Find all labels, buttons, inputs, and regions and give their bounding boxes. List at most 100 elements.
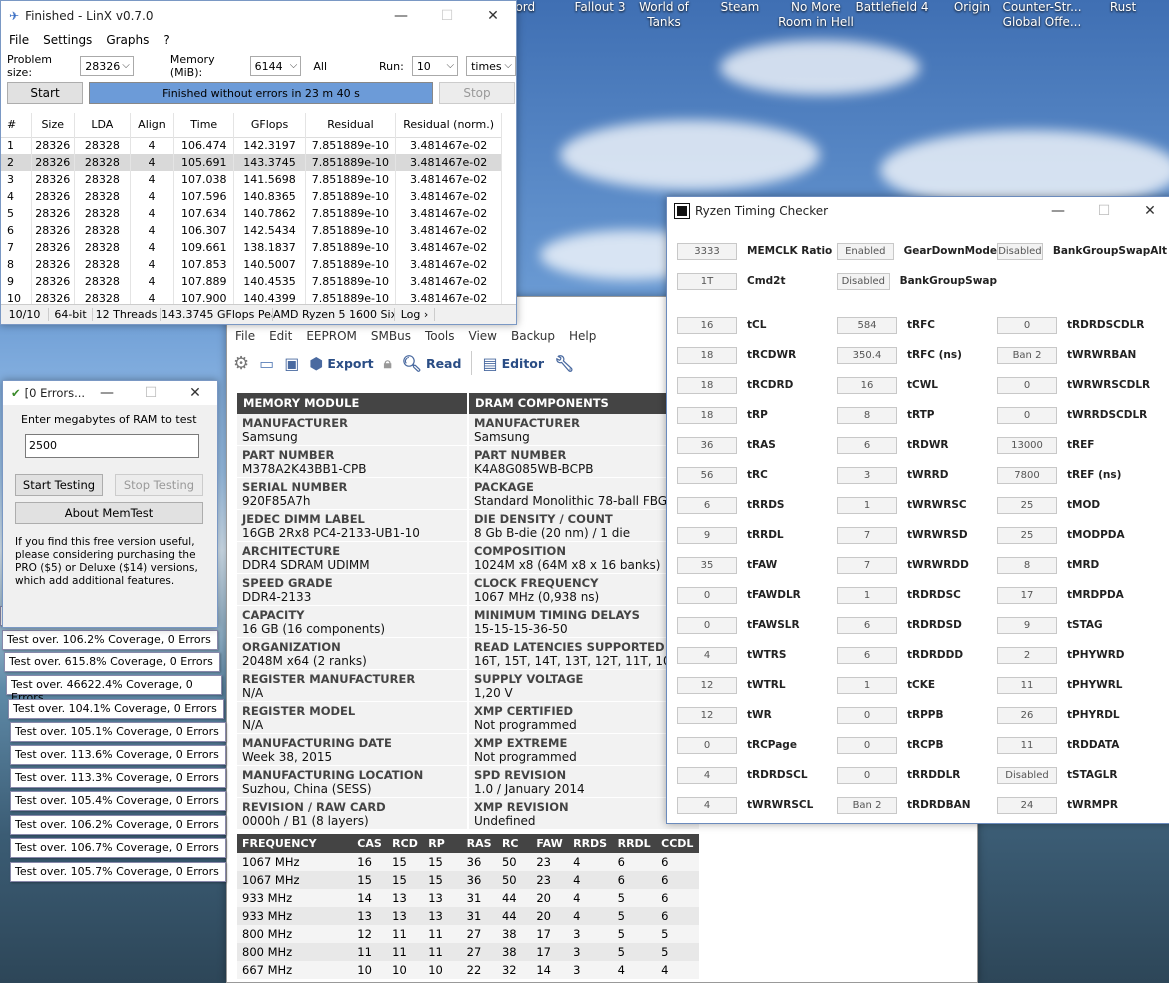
desktop-shortcut[interactable]: Steam: [698, 0, 782, 15]
frequency-cell: 11: [392, 927, 407, 941]
memtest-result-strip[interactable]: Test over. 106.7% Coverage, 0 Errors: [10, 838, 226, 858]
memtest-result-strip[interactable]: Test over. 113.3% Coverage, 0 Errors: [10, 768, 226, 788]
lock-icon[interactable]: 🔒︎: [384, 354, 392, 372]
table-row[interactable]: 3 28326 28328 4 107.038 141.5698 7.851889e-10 3…: [1, 171, 502, 188]
memory-select[interactable]: 6144 ⌵: [249, 56, 302, 76]
menu-item[interactable]: Edit: [269, 329, 292, 343]
desktop-shortcut[interactable]: Battlefield 4: [850, 0, 934, 15]
frequency-cell: 5: [617, 945, 625, 959]
memtest-result-strip[interactable]: Test over. 615.8% Coverage, 0 Errors: [4, 652, 220, 672]
column-header[interactable]: Size: [31, 113, 75, 137]
minimize-button[interactable]: —: [1035, 203, 1081, 219]
log-button[interactable]: Log ›: [395, 308, 435, 321]
minimize-button[interactable]: —: [85, 385, 129, 401]
minimize-button[interactable]: —: [378, 8, 424, 24]
desktop-shortcut[interactable]: World of Tanks: [622, 0, 706, 30]
ram-input[interactable]: 2500: [25, 434, 199, 458]
timing-group: 8 tMRD: [997, 556, 1167, 574]
editor-icon: ▤: [482, 353, 498, 373]
memtest-result-strip[interactable]: Test over. 105.1% Coverage, 0 Errors: [10, 722, 226, 742]
about-memtest-button[interactable]: About MemTest: [15, 502, 203, 524]
menu-item[interactable]: SMBus: [371, 329, 411, 343]
frequency-cell: 11: [357, 945, 372, 959]
times-select[interactable]: times ⌵: [466, 56, 516, 76]
memtest-result-strip[interactable]: Test over. 46622.4% Coverage, 0 Errors: [6, 675, 222, 704]
menu-item[interactable]: File: [235, 329, 255, 343]
desktop-shortcut[interactable]: Counter-Str... Global Offe...: [1000, 0, 1084, 30]
timing-group: 0 tWRRDSCDLR: [997, 406, 1167, 424]
stop-testing-button[interactable]: Stop Testing: [115, 474, 203, 496]
frequency-cell: 15: [392, 855, 407, 869]
desktop-shortcut[interactable]: Rust: [1088, 0, 1158, 15]
settings-icon[interactable]: ⚙: [233, 353, 249, 374]
table-row[interactable]: 8 28326 28328 4 107.853 140.5007 7.851889e-10 3…: [1, 256, 502, 273]
memtest-result-strip[interactable]: Test over. 106.2% Coverage, 0 Errors: [2, 630, 218, 650]
save-icon[interactable]: ▣: [284, 354, 299, 373]
memtest-result-strip[interactable]: Test over. 105.7% Coverage, 0 Errors: [10, 862, 226, 882]
export-button[interactable]: ⬢ Export: [309, 354, 373, 373]
table-row[interactable]: 1 28326 28328 4 106.474 142.3197 7.851889e-10 3…: [1, 137, 502, 154]
timing-group: 18 tRP: [677, 406, 837, 424]
close-button[interactable]: ✕: [173, 385, 217, 401]
table-row[interactable]: 2 28326 28328 4 105.691 143.3745 7.851889e-10 3…: [1, 154, 502, 171]
column-header[interactable]: Residual: [305, 113, 397, 137]
table-row[interactable]: 5 28326 28328 4 107.634 140.7862 7.851889e-10 3…: [1, 205, 502, 222]
memtest-result-strip[interactable]: Test over. 105.4% Coverage, 0 Errors: [10, 791, 226, 811]
close-button[interactable]: ✕: [1127, 203, 1169, 219]
menu-item[interactable]: Tools: [425, 329, 455, 343]
run-select[interactable]: 10 ⌵: [411, 56, 459, 76]
chevron-down-icon: ⌵: [446, 60, 455, 71]
maximize-button[interactable]: ☐: [424, 8, 470, 24]
maximize-button[interactable]: ☐: [1081, 203, 1127, 219]
spd-field-value: Samsung: [474, 430, 530, 444]
table-row[interactable]: 6 28326 28328 4 106.307 142.5434 7.851889e-10 3…: [1, 222, 502, 239]
frequency-cell: 50: [501, 873, 517, 887]
menu-item[interactable]: EEPROM: [306, 329, 357, 343]
table-cell: 106.307: [173, 222, 235, 239]
column-header[interactable]: Residual (norm.): [395, 113, 502, 137]
menu-item[interactable]: Settings: [43, 33, 92, 51]
timing-value: 0: [997, 316, 1057, 334]
table-cell: 1: [1, 137, 32, 154]
memtest-window: ✔ [0 Errors... — ☐ ✕ Enter megabytes of …: [2, 380, 218, 628]
column-header[interactable]: Time: [173, 113, 235, 137]
table-cell: 3.481467e-02: [395, 137, 502, 154]
menu-item[interactable]: View: [469, 329, 497, 343]
open-icon[interactable]: ▭: [259, 354, 274, 373]
start-button[interactable]: Start: [7, 82, 83, 104]
menu-item[interactable]: Graphs: [106, 33, 149, 51]
stop-button[interactable]: Stop: [439, 82, 515, 104]
memtest-result-strip[interactable]: Test over. 113.6% Coverage, 0 Errors: [10, 745, 226, 765]
menu-item[interactable]: Backup: [511, 329, 555, 343]
column-header[interactable]: Align: [130, 113, 175, 137]
all-checkbox-label[interactable]: All: [313, 60, 327, 73]
timing-value: 6: [677, 496, 737, 514]
table-row[interactable]: 7 28326 28328 4 109.661 138.1837 7.851889e-10 3…: [1, 239, 502, 256]
table-row[interactable]: 9 28326 28328 4 107.889 140.4535 7.851889e-10 3…: [1, 273, 502, 290]
menu-item[interactable]: Help: [569, 329, 596, 343]
timing-group: Disabled BankGroupSwapAlt: [997, 242, 1167, 260]
maximize-button[interactable]: ☐: [129, 385, 173, 401]
memtest-result-strip[interactable]: Test over. 106.2% Coverage, 0 Errors: [10, 815, 226, 835]
memtest-result-strip[interactable]: Test over. 104.1% Coverage, 0 Errors: [8, 699, 224, 719]
table-row[interactable]: 4 28326 28328 4 107.596 140.8365 7.851889e-10 3…: [1, 188, 502, 205]
menu-item[interactable]: ?: [163, 33, 169, 51]
start-testing-button[interactable]: Start Testing: [15, 474, 103, 496]
memtest-app-icon: ✔: [11, 386, 21, 400]
timing-label: tWRRDSCDLR: [1067, 409, 1148, 421]
column-header[interactable]: #: [1, 113, 32, 137]
column-header[interactable]: LDA: [74, 113, 131, 137]
column-header[interactable]: GFlops: [233, 113, 306, 137]
editor-button[interactable]: ▤ Editor: [482, 354, 544, 373]
frequency-cell: 15: [428, 855, 443, 869]
read-button[interactable]: 🔍︎ Read: [402, 354, 462, 373]
wrench-icon[interactable]: 🔧︎: [554, 354, 574, 373]
desktop-shortcut[interactable]: No More Room in Hell: [774, 0, 858, 30]
table-cell: 4: [130, 273, 175, 290]
close-button[interactable]: ✕: [470, 8, 516, 24]
timing-group: 2 tPHYWRD: [997, 646, 1167, 664]
problem-size-select[interactable]: 28326 ⌵: [80, 56, 134, 76]
menu-item[interactable]: File: [9, 33, 29, 51]
timing-group: Ban 2 tWRWRBAN: [997, 346, 1167, 364]
frequency-cell: 4: [573, 873, 581, 887]
